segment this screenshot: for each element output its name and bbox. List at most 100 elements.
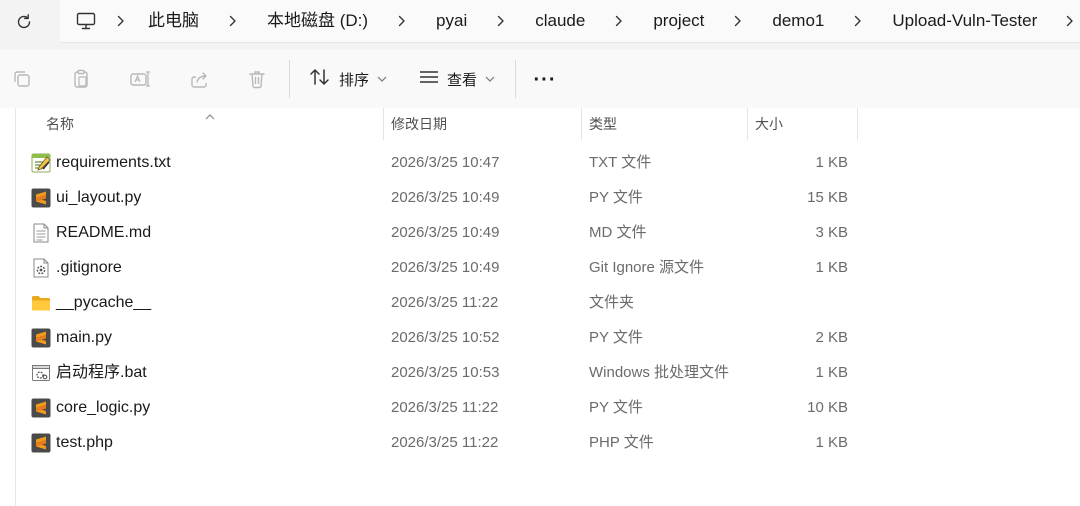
breadcrumb-label[interactable]: demo1: [754, 0, 842, 42]
column-divider[interactable]: [383, 108, 384, 140]
chevron-right-icon[interactable]: [217, 0, 249, 42]
rename-icon[interactable]: [128, 67, 152, 91]
file-name[interactable]: 启动程序.bat: [56, 355, 147, 390]
refresh-icon[interactable]: [12, 10, 36, 34]
view-list-icon: [419, 69, 439, 90]
view-button[interactable]: 查看: [419, 64, 495, 94]
file-row[interactable]: core_logic.py 2026/3/25 11:22 PY 文件 10 K…: [16, 390, 876, 425]
file-list: 名称 修改日期 类型 大小 requirements.txt 2026/3/25…: [0, 108, 1080, 506]
file-row[interactable]: main.py 2026/3/25 10:52 PY 文件 2 KB: [16, 320, 876, 355]
file-size: 15 KB: [807, 189, 848, 206]
file-name[interactable]: .gitignore: [56, 250, 122, 285]
column-divider[interactable]: [581, 108, 582, 140]
paste-icon[interactable]: [69, 67, 93, 91]
text-file-icon: [31, 153, 51, 173]
file-name[interactable]: ui_layout.py: [56, 180, 141, 215]
toolbar-divider: [515, 60, 516, 98]
sort-label: 排序: [339, 71, 370, 89]
file-row[interactable]: ui_layout.py 2026/3/25 10:49 PY 文件 15 KB: [16, 180, 876, 215]
column-header-name[interactable]: 名称: [46, 108, 74, 140]
file-type: PHP 文件: [589, 434, 654, 451]
file-modified: 2026/3/25 10:49: [391, 189, 500, 206]
more-options-icon[interactable]: ···: [533, 68, 557, 92]
file-row[interactable]: 启动程序.bat 2026/3/25 10:53 Windows 批处理文件 1…: [16, 355, 876, 390]
file-size: 2 KB: [815, 329, 848, 346]
breadcrumb-item[interactable]: 本地磁盘 (D:): [217, 0, 386, 42]
chevron-right-icon[interactable]: [722, 0, 754, 42]
toolbar-divider: [289, 60, 290, 98]
file-modified: 2026/3/25 10:49: [391, 259, 500, 276]
breadcrumb: 此电脑 本地磁盘 (D:) pyai claude project demo1: [106, 0, 1080, 42]
computer-icon[interactable]: [74, 9, 98, 33]
sublime-file-icon: [31, 188, 51, 208]
file-modified: 2026/3/25 10:47: [391, 154, 500, 171]
file-size: 1 KB: [815, 364, 848, 381]
chevron-right-icon[interactable]: [603, 0, 635, 42]
file-size: 10 KB: [807, 399, 848, 416]
breadcrumb-label[interactable]: 本地磁盘 (D:): [249, 0, 386, 42]
file-size: 3 KB: [815, 224, 848, 241]
chevron-down-icon: [485, 76, 495, 82]
file-row[interactable]: README.md 2026/3/25 10:49 MD 文件 3 KB: [16, 215, 876, 250]
command-toolbar: 排序 查看 ···: [0, 50, 1080, 109]
file-name[interactable]: core_logic.py: [56, 390, 150, 425]
file-row[interactable]: test.php 2026/3/25 11:22 PHP 文件 1 KB: [16, 425, 876, 460]
column-divider[interactable]: [857, 108, 858, 140]
file-size: 1 KB: [815, 154, 848, 171]
file-modified: 2026/3/25 11:22: [391, 294, 499, 311]
file-name[interactable]: test.php: [56, 425, 113, 460]
address-bar[interactable]: 此电脑 本地磁盘 (D:) pyai claude project demo1: [60, 0, 1080, 43]
document-file-icon: [31, 223, 51, 243]
breadcrumb-label[interactable]: pyai: [418, 0, 485, 42]
file-modified: 2026/3/25 11:22: [391, 434, 499, 451]
chevron-right-icon[interactable]: [1055, 0, 1080, 42]
breadcrumb-item[interactable]: demo1: [722, 0, 842, 42]
file-modified: 2026/3/25 10:49: [391, 224, 500, 241]
chevron-right-icon[interactable]: [842, 0, 874, 42]
chevron-right-icon[interactable]: [106, 0, 136, 42]
address-bar-area: 此电脑 本地磁盘 (D:) pyai claude project demo1: [0, 0, 1080, 50]
view-label: 查看: [447, 71, 478, 89]
breadcrumb-item[interactable]: 此电脑: [106, 0, 217, 42]
batch-file-icon: [31, 363, 51, 383]
chevron-down-icon: [377, 76, 387, 82]
copy-icon[interactable]: [10, 67, 34, 91]
share-icon[interactable]: [187, 67, 211, 91]
file-size: 1 KB: [815, 259, 848, 276]
delete-icon[interactable]: [245, 67, 269, 91]
breadcrumb-item[interactable]: pyai: [386, 0, 485, 42]
file-row[interactable]: __pycache__ 2026/3/25 11:22 文件夹: [16, 285, 876, 320]
column-header-modified[interactable]: 修改日期: [391, 108, 447, 140]
column-divider[interactable]: [747, 108, 748, 140]
breadcrumb-item[interactable]: project: [603, 0, 722, 42]
sort-icon: [309, 67, 331, 92]
file-name[interactable]: __pycache__: [56, 285, 151, 320]
sublime-file-icon: [31, 433, 51, 453]
file-type: TXT 文件: [589, 154, 652, 171]
file-row[interactable]: .gitignore 2026/3/25 10:49 Git Ignore 源文…: [16, 250, 876, 285]
file-modified: 2026/3/25 11:22: [391, 399, 499, 416]
column-header-size[interactable]: 大小: [755, 108, 783, 140]
sort-ascending-icon: [204, 108, 216, 126]
chevron-right-icon[interactable]: [386, 0, 418, 42]
file-type: Windows 批处理文件: [589, 364, 730, 381]
breadcrumb-item[interactable]: Upload-Vuln-Tester: [842, 0, 1055, 42]
sort-button[interactable]: 排序: [309, 64, 387, 94]
file-type: 文件夹: [589, 294, 635, 311]
file-name[interactable]: main.py: [56, 320, 112, 355]
chevron-right-icon[interactable]: [485, 0, 517, 42]
file-type: MD 文件: [589, 224, 647, 241]
breadcrumb-label[interactable]: 此电脑: [136, 0, 217, 42]
breadcrumb-label[interactable]: Upload-Vuln-Tester: [874, 0, 1055, 42]
folder-icon: [31, 293, 51, 313]
file-name[interactable]: requirements.txt: [56, 145, 171, 180]
breadcrumb-label[interactable]: claude: [517, 0, 603, 42]
breadcrumb-label[interactable]: project: [635, 0, 722, 42]
file-row[interactable]: requirements.txt 2026/3/25 10:47 TXT 文件 …: [16, 145, 876, 180]
breadcrumb-item[interactable]: claude: [485, 0, 603, 42]
file-type: Git Ignore 源文件: [589, 259, 705, 276]
file-type: PY 文件: [589, 399, 643, 416]
file-name[interactable]: README.md: [56, 215, 151, 250]
file-modified: 2026/3/25 10:53: [391, 364, 500, 381]
column-header-type[interactable]: 类型: [589, 108, 617, 140]
